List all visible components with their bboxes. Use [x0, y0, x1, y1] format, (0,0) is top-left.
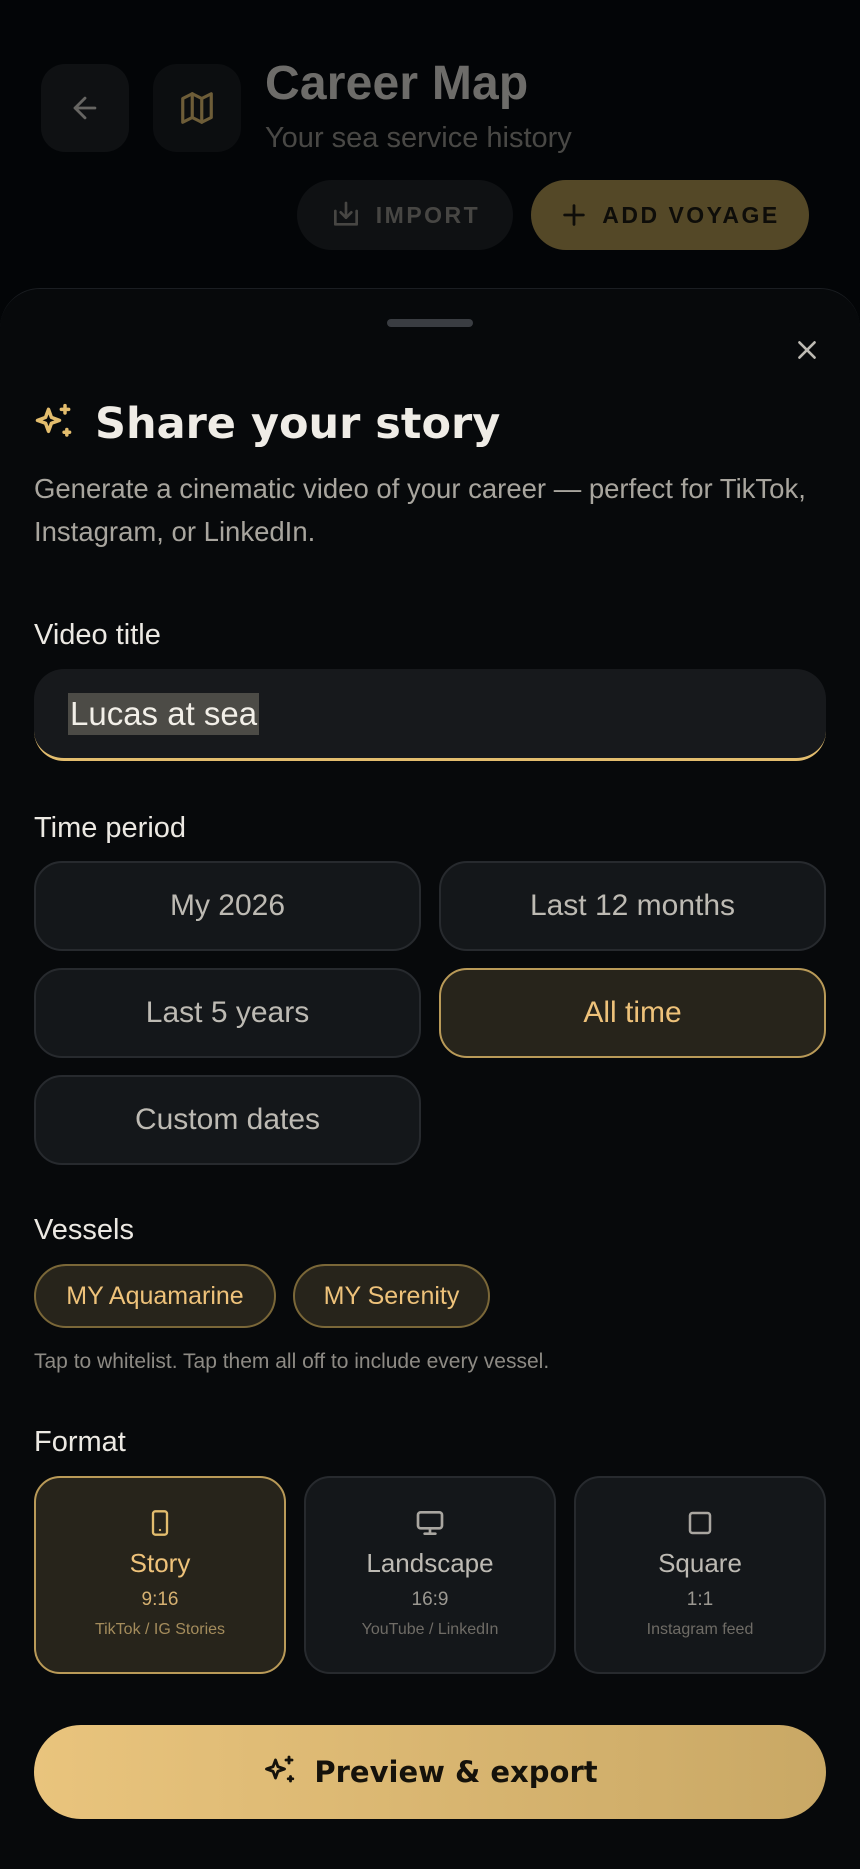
time-period-label: Time period [34, 812, 187, 844]
page-subtitle: Your sea service history [265, 122, 572, 154]
format-option-square[interactable]: Square 1:1 Instagram feed [574, 1476, 826, 1674]
period-option-last-5-years[interactable]: Last 5 years [34, 968, 421, 1058]
preview-export-label: Preview & export [314, 1755, 598, 1789]
period-option-all-time[interactable]: All time [439, 968, 826, 1058]
format-label: Format [34, 1426, 126, 1458]
period-option-last-12-months[interactable]: Last 12 months [439, 861, 826, 951]
format-ratio: 9:16 [141, 1589, 179, 1610]
download-tray-icon [333, 201, 358, 226]
vessels-label: Vessels [34, 1214, 134, 1246]
plus-icon [563, 204, 585, 226]
format-ratio: 16:9 [411, 1589, 449, 1610]
share-story-sheet: Share your story Generate a cinematic vi… [0, 288, 860, 1869]
format-name: Square [658, 1548, 742, 1578]
vessel-chip-serenity[interactable]: MY Serenity [293, 1264, 490, 1328]
vessels-hint: Tap to whitelist. Tap them all off to in… [34, 1350, 550, 1373]
sparkles-icon [265, 1755, 295, 1783]
format-use: TikTok / IG Stories [94, 1621, 226, 1638]
screen: Career Map Your sea service history IMPO… [0, 0, 860, 1869]
close-icon [798, 341, 816, 359]
format-use: Instagram feed [646, 1621, 754, 1638]
square-icon [688, 1511, 712, 1535]
add-voyage-label: ADD VOYAGE [602, 201, 780, 228]
format-option-story[interactable]: Story 9:16 TikTok / IG Stories [34, 1476, 286, 1674]
sheet-title: Share your story [95, 399, 501, 449]
period-option-custom-dates[interactable]: Custom dates [34, 1075, 421, 1165]
sheet-description: Generate a cinematic video of your caree… [34, 473, 806, 547]
arrow-left-icon [73, 96, 97, 120]
background-page: Career Map Your sea service history IMPO… [0, 0, 860, 330]
format-ratio: 1:1 [686, 1589, 714, 1610]
map-button[interactable] [153, 64, 241, 152]
import-button[interactable]: IMPORT [297, 180, 513, 250]
format-use: YouTube / LinkedIn [361, 1621, 499, 1638]
phone-icon [151, 1510, 169, 1536]
video-title-value: Lucas at sea [68, 692, 260, 735]
format-name: Landscape [366, 1548, 494, 1578]
map-icon [181, 92, 213, 124]
preview-export-button[interactable]: Preview & export [34, 1725, 826, 1819]
monitor-icon [416, 1511, 444, 1535]
sheet-drag-handle[interactable] [387, 319, 473, 327]
import-label: IMPORT [375, 201, 481, 228]
period-option-my-2026[interactable]: My 2026 [34, 861, 421, 951]
format-name: Story [129, 1548, 191, 1578]
page-title: Career Map [265, 57, 529, 110]
add-voyage-button[interactable]: ADD VOYAGE [531, 180, 809, 250]
video-title-input[interactable]: Lucas at sea [34, 669, 826, 761]
format-option-landscape[interactable]: Landscape 16:9 YouTube / LinkedIn [304, 1476, 556, 1674]
vessel-chip-aquamarine[interactable]: MY Aquamarine [34, 1264, 276, 1328]
back-button[interactable] [41, 64, 129, 152]
sparkles-icon [35, 403, 72, 437]
close-button[interactable] [786, 329, 828, 371]
video-title-label: Video title [34, 619, 161, 651]
